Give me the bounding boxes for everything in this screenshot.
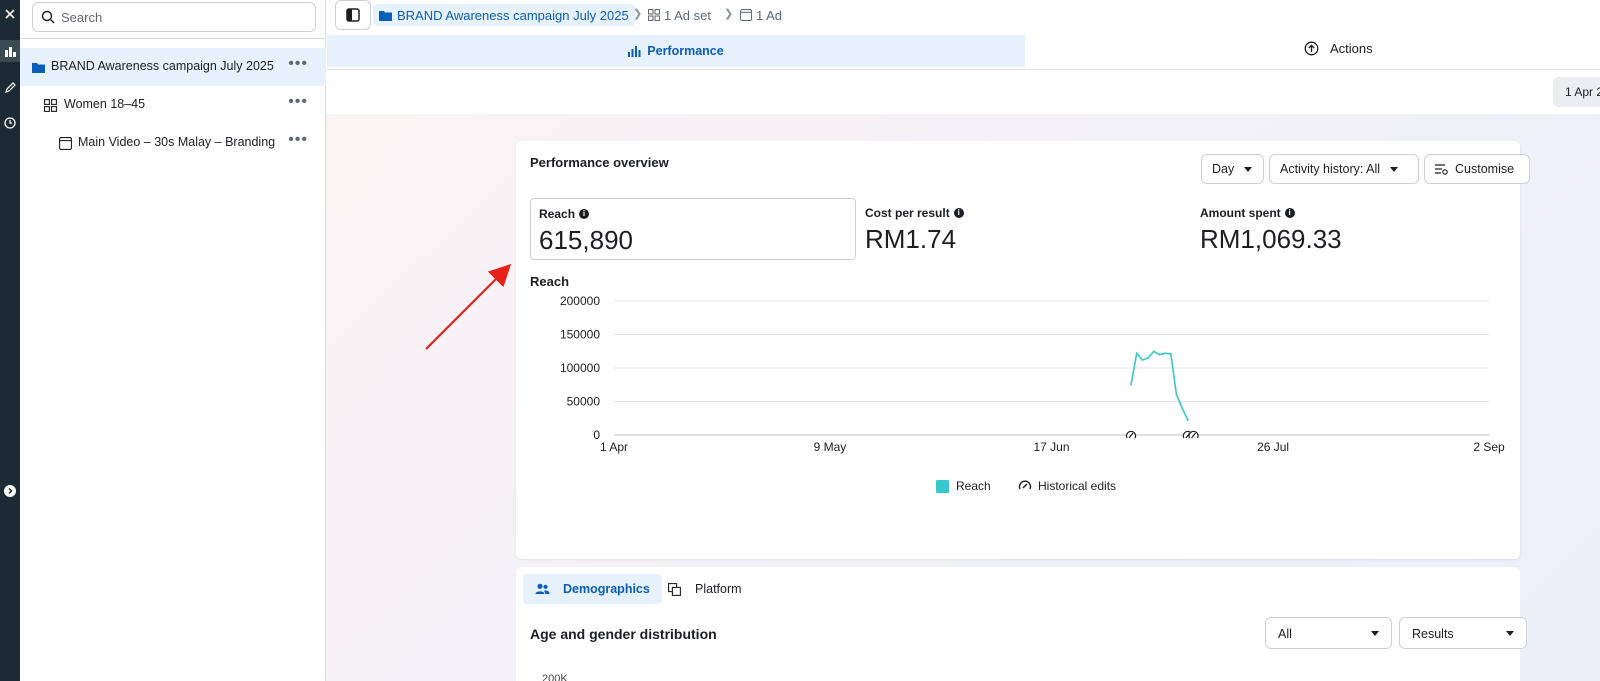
- day-label: Day: [1212, 162, 1235, 176]
- tab-demographics-label: Demographics: [563, 582, 650, 596]
- metric-label-text: Amount spent: [1200, 206, 1281, 220]
- data-point: [1147, 357, 1149, 359]
- x-tick-label: 1 Apr: [600, 440, 628, 454]
- y-tick-label: 50000: [567, 395, 601, 409]
- metric-label-text: Reach: [539, 207, 576, 221]
- filter-all-dropdown[interactable]: All: [1265, 617, 1392, 649]
- caret-down-icon: [1506, 631, 1514, 636]
- data-point: [1152, 350, 1155, 353]
- data-point: [1135, 352, 1138, 355]
- activity-history-dropdown[interactable]: Activity history: All: [1269, 154, 1419, 184]
- edit-history-icon: [1018, 480, 1032, 490]
- tab-demographics[interactable]: Demographics: [523, 574, 662, 604]
- chart-title: Reach: [530, 274, 570, 289]
- breakdown-card: Demographics Platform Age and gender dis…: [516, 567, 1527, 681]
- metric-reach[interactable]: Reach i 615,890: [530, 198, 856, 260]
- historical-edit-marker[interactable]: [1125, 430, 1137, 439]
- platform-icon: [668, 582, 681, 596]
- metric-label-text: Cost per result: [865, 206, 950, 220]
- filter-results-dropdown[interactable]: Results: [1399, 617, 1527, 649]
- historical-edit-marker[interactable]: [1188, 430, 1199, 439]
- y-tick-label: 200000: [560, 294, 600, 308]
- metric-value: RM1,069.33: [1200, 224, 1342, 254]
- info-icon[interactable]: i: [1284, 208, 1295, 218]
- legend-reach[interactable]: Reach: [936, 479, 991, 493]
- legend-reach-label: Reach: [956, 479, 991, 493]
- reach-chart: 2000001500001000005000001 Apr 9 May 17 Jun…: [560, 294, 1505, 454]
- x-tick-label: 2 Sep: [1473, 440, 1505, 454]
- data-point: [1175, 393, 1178, 396]
- caret-down-icon: [1371, 631, 1379, 636]
- customise-label: Customise: [1455, 162, 1515, 176]
- legend-historical-edits[interactable]: Historical edits: [1018, 479, 1116, 493]
- legend-historical-edits-label: Historical edits: [1038, 479, 1117, 493]
- data-point: [1141, 359, 1144, 361]
- metric-value: RM1.74: [865, 224, 957, 254]
- data-point: [1169, 353, 1172, 355]
- info-icon[interactable]: i: [953, 208, 964, 218]
- x-tick-label: 26 Jul: [1257, 440, 1289, 454]
- y-tick-label: 100000: [560, 361, 600, 375]
- axis-tick-label: 200K: [542, 673, 568, 681]
- metric-label: Reach i: [539, 207, 590, 221]
- y-tick-label: 150000: [560, 328, 600, 342]
- section-title: Age and gender distribution: [530, 626, 717, 642]
- card-title: Performance overview: [530, 155, 669, 170]
- data-point: [1181, 407, 1184, 410]
- metric-cost-per-result[interactable]: Cost per result i RM1.74: [857, 198, 1187, 260]
- people-icon: [535, 583, 550, 594]
- metric-value: 615,890: [539, 225, 633, 255]
- filter-all-label: All: [1278, 627, 1292, 641]
- info-icon[interactable]: i: [579, 209, 590, 219]
- caret-down-icon: [1390, 166, 1399, 172]
- customise-button[interactable]: Customise: [1424, 154, 1530, 184]
- data-point: [1158, 353, 1161, 356]
- performance-overview-card: Performance overview Day Activity histor…: [516, 141, 1530, 559]
- data-point: [1186, 419, 1189, 422]
- x-tick-label: 17 Jun: [1033, 440, 1069, 454]
- tab-platform-label: Platform: [695, 582, 742, 596]
- reach-series-line: [1130, 350, 1189, 421]
- data-point: [1164, 352, 1167, 355]
- metric-label: Amount spent i: [1200, 206, 1295, 220]
- legend-swatch: [936, 479, 949, 493]
- data-point: [1130, 383, 1132, 386]
- day-dropdown[interactable]: Day: [1201, 154, 1264, 184]
- customise-icon: [1435, 164, 1448, 175]
- caret-down-icon: [1244, 166, 1253, 172]
- tab-platform[interactable]: Platform: [656, 574, 754, 604]
- activity-history-label: Activity history: All: [1280, 162, 1381, 176]
- metric-amount-spent[interactable]: Amount spent i RM1,069.33: [1192, 198, 1512, 260]
- red-arrow-reach: [425, 263, 512, 350]
- filter-results-label: Results: [1412, 627, 1454, 641]
- metric-label: Cost per result i: [865, 206, 964, 220]
- x-tick-label: 9 May: [814, 440, 847, 454]
